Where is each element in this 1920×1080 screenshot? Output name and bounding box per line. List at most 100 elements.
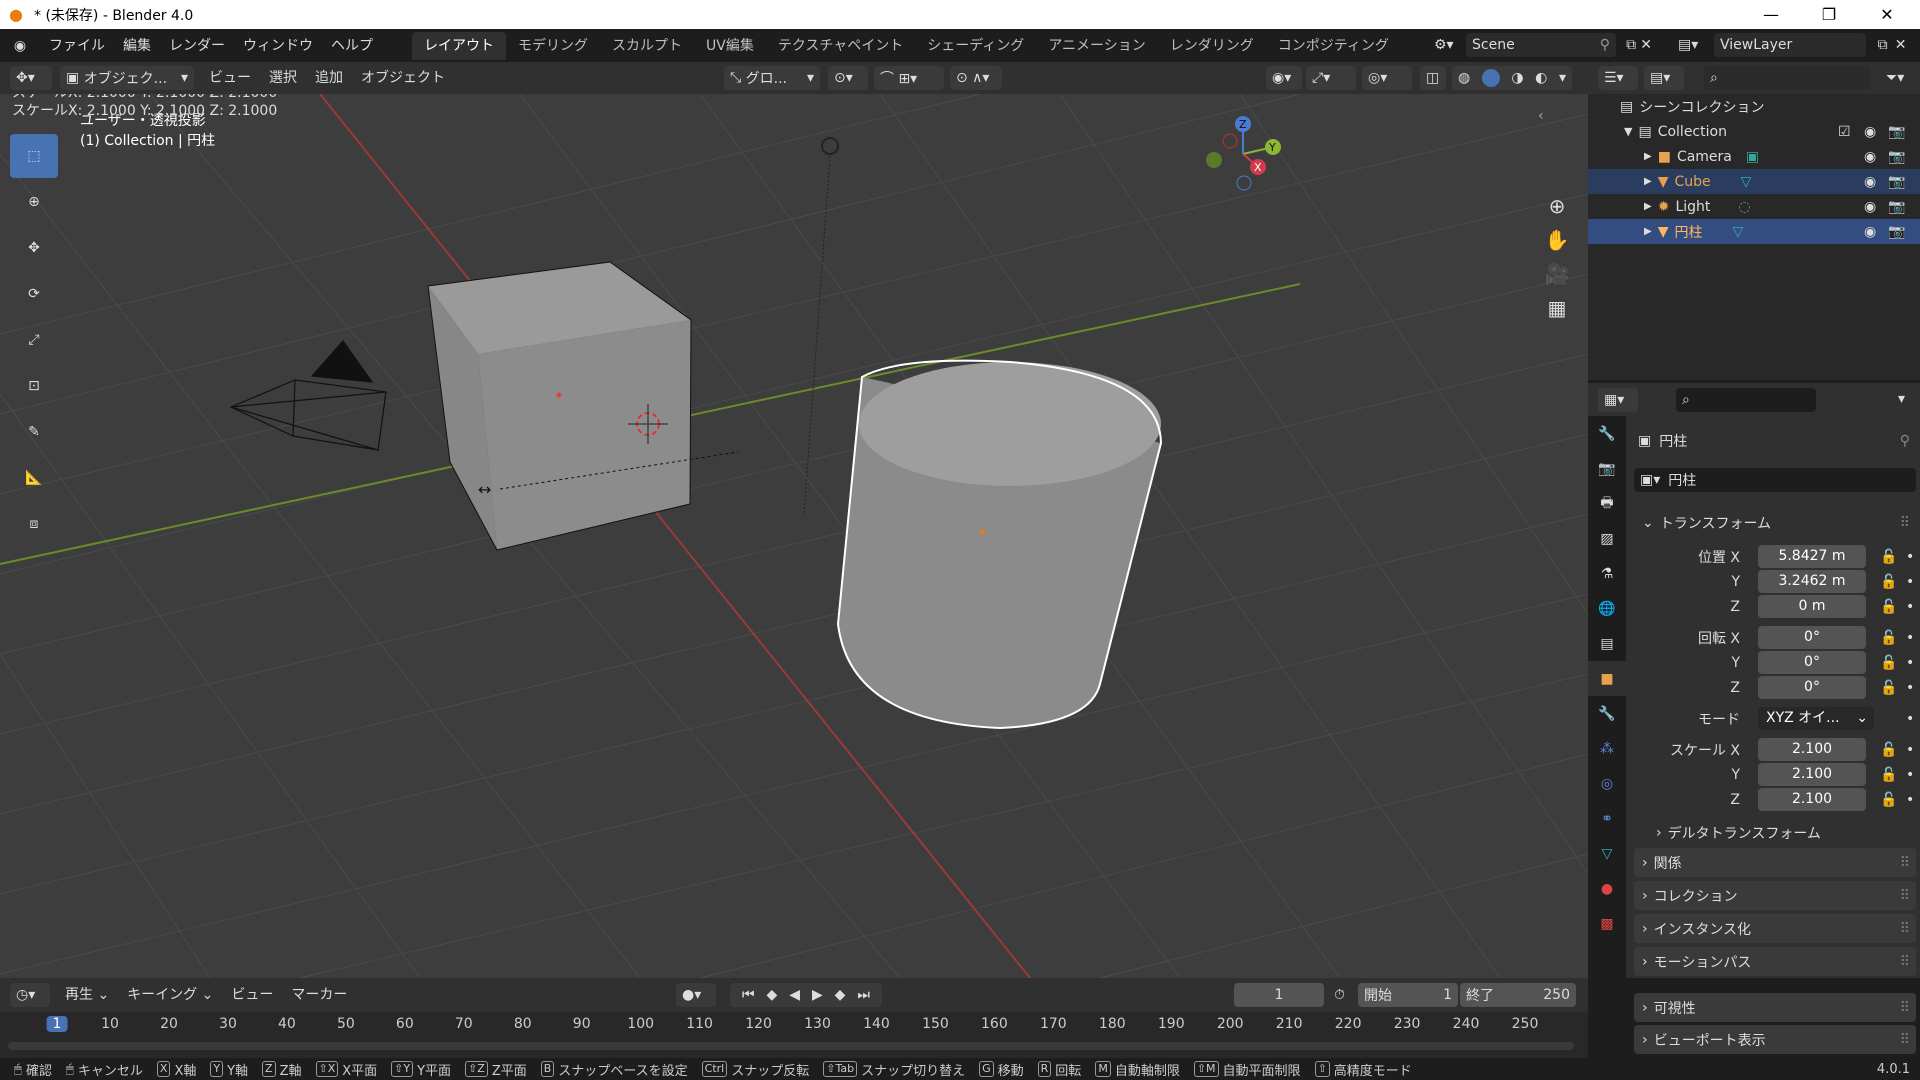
scale-z-field[interactable]: 2.100 (1758, 788, 1866, 811)
start-frame-field[interactable]: 開始 1 (1358, 983, 1458, 1007)
outliner-editor-type-icon[interactable]: ☰▾ (1598, 66, 1638, 90)
visibility-panel-header[interactable]: › 可視性 ⠿ (1634, 993, 1916, 1022)
collection-row[interactable]: ▼ ▤ Collection ☑ ◉ 📷 (1588, 119, 1920, 144)
scale-x-field[interactable]: 2.100 (1758, 738, 1866, 761)
viewlayer-selector-icon[interactable]: ▤▾ (1672, 33, 1712, 57)
sidebar-toggle-icon[interactable]: ‹ (1538, 108, 1544, 124)
maximize-button[interactable]: ❐ (1800, 0, 1858, 29)
frame-tick-label[interactable]: 50 (337, 1016, 355, 1032)
vp-menu-select[interactable]: 選択 (260, 64, 306, 92)
frame-tick-label[interactable]: 30 (219, 1016, 237, 1032)
frame-tick-label[interactable]: 110 (686, 1016, 713, 1032)
transform-panel-header[interactable]: ⌄ トランスフォーム ⠿ (1634, 508, 1916, 537)
camera-render-icon[interactable]: 📷 (1888, 124, 1905, 140)
camera-render-icon[interactable]: 📷 (1888, 149, 1905, 165)
frame-tick-label[interactable]: 40 (278, 1016, 296, 1032)
frame-tick-label[interactable]: 90 (573, 1016, 591, 1032)
viewport-display-panel-header[interactable]: › ビューポート表示 ⠿ (1634, 1025, 1916, 1054)
motion-paths-panel-header[interactable]: › モーションパス ⠿ (1634, 947, 1916, 976)
rotation-z-field[interactable]: 0° (1758, 676, 1866, 699)
tab-sculpt[interactable]: スカルプト (600, 32, 694, 60)
current-frame-marker[interactable]: 1 (46, 1016, 68, 1032)
material-shading-icon[interactable]: ◑ (1511, 70, 1523, 86)
jump-start-icon[interactable]: ⏮ (742, 987, 755, 1003)
frame-tick-label[interactable]: 230 (1394, 1016, 1421, 1032)
tab-shading[interactable]: シェーディング (915, 32, 1036, 60)
frame-tick-label[interactable]: 150 (922, 1016, 949, 1032)
expand-right-icon[interactable]: ▶ (1644, 151, 1652, 162)
measure-tool-icon[interactable]: 📐 (10, 456, 58, 500)
timeline-editor-type-icon[interactable]: ◷▾ (10, 983, 50, 1007)
rendered-shading-icon[interactable]: ◐ (1535, 70, 1547, 86)
lock-icon[interactable]: 🔓 (1880, 742, 1897, 758)
exclude-checkbox[interactable]: ☑ (1838, 124, 1851, 140)
wireframe-shading-icon[interactable]: ◍ (1458, 70, 1470, 86)
object-name-field[interactable]: ▣▾ 円柱 (1634, 468, 1916, 492)
scene-field[interactable]: Scene ⚲ (1466, 33, 1616, 57)
frame-tick-label[interactable]: 60 (396, 1016, 414, 1032)
vp-menu-add[interactable]: 追加 (306, 64, 352, 92)
frame-tick-label[interactable]: 160 (981, 1016, 1008, 1032)
shading-modes[interactable]: ◍ ◑ ◐ ▾ (1452, 66, 1572, 90)
cube-object[interactable] (427, 261, 692, 551)
rotation-x-field[interactable]: 0° (1758, 626, 1866, 649)
tab-rendering[interactable]: レンダリング (1158, 32, 1266, 60)
modifier-tab-icon[interactable]: 🔧 (1588, 696, 1626, 731)
navigation-gizmo[interactable]: Z Y X (1206, 116, 1281, 191)
scene-tab-icon[interactable]: ⚗ (1588, 556, 1626, 591)
keyframe-dot-icon[interactable]: • (1906, 711, 1914, 727)
frame-tick-label[interactable]: 70 (455, 1016, 473, 1032)
eye-icon[interactable]: ◉ (1864, 174, 1876, 190)
visibility-icon[interactable]: ◉▾ (1266, 66, 1302, 90)
timeline-menu-keying[interactable]: キーイング ⌄ (118, 981, 222, 1009)
expand-right-icon[interactable]: ▶ (1644, 226, 1652, 237)
location-y-field[interactable]: 3.2462 m (1758, 570, 1866, 593)
keyframe-dot-icon[interactable]: • (1906, 655, 1914, 671)
lock-icon[interactable]: 🔓 (1880, 599, 1897, 615)
lock-icon[interactable]: 🔓 (1880, 549, 1897, 565)
frame-tick-label[interactable]: 100 (627, 1016, 654, 1032)
auto-keying-icon[interactable]: ●▾ (676, 983, 716, 1007)
outliner-item-cube[interactable]: ▶ ▼ Cube ▽ ◉ 📷 (1588, 169, 1920, 194)
lock-icon[interactable]: 🔓 (1880, 630, 1897, 646)
keyframe-dot-icon[interactable]: • (1906, 599, 1914, 615)
pan-hand-icon[interactable]: ✋ (1545, 228, 1570, 252)
drag-handle-icon[interactable]: ⠿ (1900, 515, 1910, 531)
collections-panel-header[interactable]: › コレクション ⠿ (1634, 881, 1916, 910)
scale-tool-icon[interactable]: ⤢ (10, 318, 58, 362)
outliner-item-cylinder[interactable]: ▶ ▼ 円柱 ▽ ◉ 📷 (1588, 219, 1920, 244)
drag-handle-icon[interactable]: ⠿ (1900, 1000, 1910, 1016)
texture-tab-icon[interactable]: ▩ (1588, 906, 1626, 941)
add-cube-tool-icon[interactable]: ⧈ (10, 502, 58, 546)
move-tool-icon[interactable]: ✥ (10, 226, 58, 270)
render-tab-icon[interactable]: 📷 (1588, 451, 1626, 486)
timeline-menu-marker[interactable]: マーカー (282, 981, 356, 1009)
outliner-item-light[interactable]: ▶ ✹ Light ◌ ◉ 📷 (1588, 194, 1920, 219)
editor-type-icon[interactable]: ✥▾ (10, 66, 52, 90)
jump-end-icon[interactable]: ⏭ (857, 987, 870, 1003)
play-icon[interactable]: ▶ (812, 987, 823, 1003)
frame-tick-label[interactable]: 170 (1040, 1016, 1067, 1032)
new-scene-icon[interactable]: ⧉ (1626, 37, 1636, 53)
camera-view-icon[interactable]: 🎥 (1545, 262, 1570, 286)
cylinder-object[interactable] (836, 359, 1163, 730)
keyframe-dot-icon[interactable]: • (1906, 574, 1914, 590)
lock-icon[interactable]: 🔓 (1880, 574, 1897, 590)
keyframe-dot-icon[interactable]: • (1906, 792, 1914, 808)
rotate-tool-icon[interactable]: ⟳ (10, 272, 58, 316)
keyframe-dot-icon[interactable]: • (1906, 742, 1914, 758)
filter-icon[interactable]: ⏷▾ (1880, 66, 1918, 90)
drag-handle-icon[interactable]: ⠿ (1900, 921, 1910, 937)
xray-icon[interactable]: ◫ (1420, 66, 1446, 90)
menu-render[interactable]: レンダー (160, 32, 234, 60)
vp-menu-view[interactable]: ビュー (200, 64, 260, 92)
timeline-menu-playback[interactable]: 再生 ⌄ (56, 981, 118, 1009)
prev-keyframe-icon[interactable]: ◆ (767, 987, 778, 1003)
frame-tick-label[interactable]: 10 (101, 1016, 119, 1032)
eye-icon[interactable]: ◉ (1864, 149, 1876, 165)
instancing-panel-header[interactable]: › インスタンス化 ⠿ (1634, 914, 1916, 943)
chevron-down-icon[interactable]: ▾ (1559, 70, 1566, 86)
blender-menu-icon[interactable]: ◉ (0, 38, 40, 54)
drag-handle-icon[interactable]: ⠿ (1900, 855, 1910, 871)
particles-tab-icon[interactable]: ⁂ (1588, 731, 1626, 766)
